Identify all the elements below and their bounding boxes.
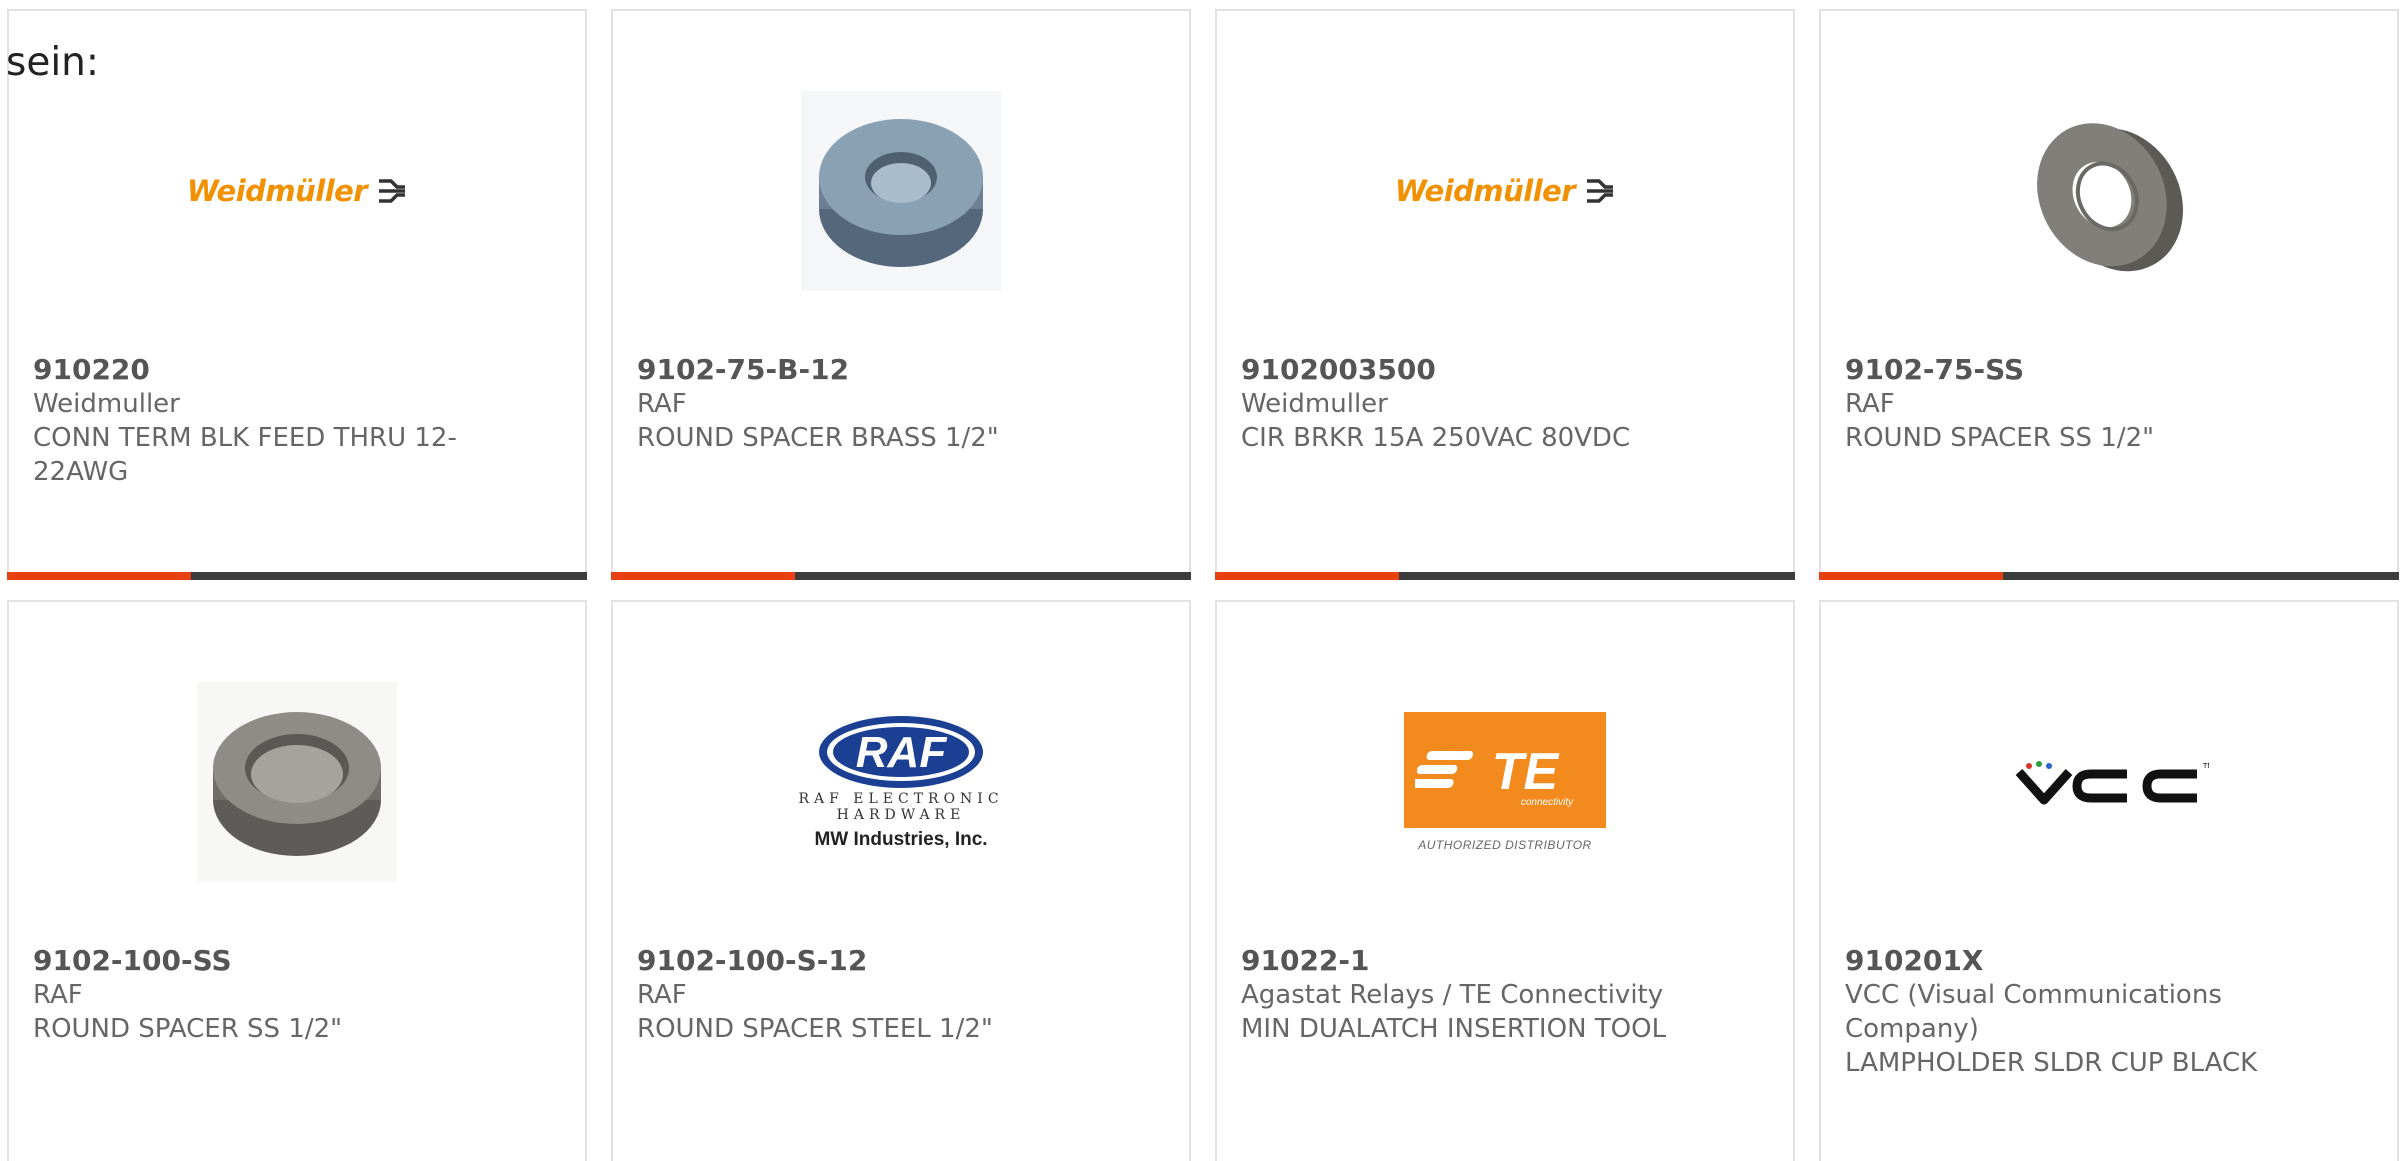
card-bottom-bar <box>1819 572 2399 580</box>
product-card-910220[interactable]: Weidmüller 910220 Weidmuller CONN TERM B… <box>7 9 587 580</box>
svg-text:connectivity: connectivity <box>1521 797 1574 808</box>
product-description: ROUND SPACER SS 1/2" <box>1845 423 2155 453</box>
product-card-9102-75-B-12[interactable]: 9102-75-B-12 RAF ROUND SPACER BRASS 1/2" <box>611 9 1191 580</box>
manufacturer-name: RAF <box>637 389 687 419</box>
svg-text:RAF: RAF <box>856 728 948 777</box>
product-image[interactable] <box>9 662 585 902</box>
product-image[interactable]: Weidmüller <box>1217 71 1793 311</box>
product-image[interactable]: Weidmüller <box>9 71 585 311</box>
part-number[interactable]: 910201X <box>1845 944 2277 978</box>
part-number[interactable]: 9102003500 <box>1241 353 1673 387</box>
svg-text:TM: TM <box>2202 762 2209 770</box>
product-description: ROUND SPACER SS 1/2" <box>33 1014 343 1044</box>
product-card-9102-75-SS[interactable]: 9102-75-SS RAF ROUND SPACER SS 1/2" <box>1819 9 2399 580</box>
part-number[interactable]: 91022-1 <box>1241 944 1673 978</box>
round-spacer-photo-icon <box>801 91 1001 291</box>
product-card-91022-1[interactable]: TE connectivity AUTHORIZED DISTRIBUTOR 9… <box>1215 600 1795 1161</box>
part-number[interactable]: 9102-75-B-12 <box>637 353 1069 387</box>
svg-text:TE: TE <box>1492 743 1560 801</box>
product-image[interactable]: TM <box>1821 662 2397 902</box>
manufacturer-name: VCC (Visual Communications Company) <box>1845 980 2222 1044</box>
card-bottom-bar <box>611 572 1191 580</box>
te-connectivity-logo-icon: TE connectivity AUTHORIZED DISTRIBUTOR <box>1404 712 1606 852</box>
product-card-9102003500[interactable]: Weidmüller 9102003500 Weidmuller CIR BRK… <box>1215 9 1795 580</box>
manufacturer-name: RAF <box>1845 389 1895 419</box>
manufacturer-name: RAF <box>637 980 687 1010</box>
part-number[interactable]: 9102-100-SS <box>33 944 465 978</box>
round-spacer-photo-icon <box>2009 91 2209 291</box>
card-bottom-bar <box>1215 572 1795 580</box>
intro-text: sein: <box>6 40 100 85</box>
raf-logo-icon: RAF RAF ELECTRONIC HARDWARE MW Industrie… <box>798 713 1003 851</box>
manufacturer-name: Weidmuller <box>33 389 180 419</box>
weidmuller-logo-icon: Weidmüller <box>187 174 407 208</box>
product-image[interactable] <box>1821 71 2397 311</box>
product-card-910201X[interactable]: TM 910201X VCC (Visual Communications Co… <box>1819 600 2399 1161</box>
round-spacer-photo-icon <box>197 682 397 882</box>
vcc-logo-icon: TM <box>2015 761 2209 805</box>
product-description: ROUND SPACER STEEL 1/2" <box>637 1014 993 1044</box>
product-card-9102-100-S-12[interactable]: RAF RAF ELECTRONIC HARDWARE MW Industrie… <box>611 600 1191 1161</box>
product-description: CONN TERM BLK FEED THRU 12-22AWG <box>33 423 457 487</box>
product-grid-page: sein: Weidmüller 910220 Weidmuller CONN … <box>0 0 2400 1161</box>
manufacturer-name: Weidmuller <box>1241 389 1388 419</box>
manufacturer-name: Agastat Relays / TE Connectivity <box>1241 980 1664 1010</box>
product-description: ROUND SPACER BRASS 1/2" <box>637 423 999 453</box>
product-description: MIN DUALATCH INSERTION TOOL <box>1241 1014 1667 1044</box>
part-number[interactable]: 910220 <box>33 353 465 387</box>
card-bottom-bar <box>7 572 587 580</box>
product-description: LAMPHOLDER SLDR CUP BLACK <box>1845 1048 2258 1078</box>
weidmuller-logo-icon: Weidmüller <box>1395 174 1615 208</box>
product-image[interactable] <box>613 71 1189 311</box>
part-number[interactable]: 9102-100-S-12 <box>637 944 1069 978</box>
manufacturer-name: RAF <box>33 980 83 1010</box>
product-grid: Weidmüller 910220 Weidmuller CONN TERM B… <box>0 0 2400 1161</box>
part-number[interactable]: 9102-75-SS <box>1845 353 2277 387</box>
product-card-9102-100-SS[interactable]: 9102-100-SS RAF ROUND SPACER SS 1/2" <box>7 600 587 1161</box>
product-image[interactable]: TE connectivity AUTHORIZED DISTRIBUTOR <box>1217 662 1793 902</box>
product-description: CIR BRKR 15A 250VAC 80VDC <box>1241 423 1631 453</box>
product-image[interactable]: RAF RAF ELECTRONIC HARDWARE MW Industrie… <box>613 662 1189 902</box>
